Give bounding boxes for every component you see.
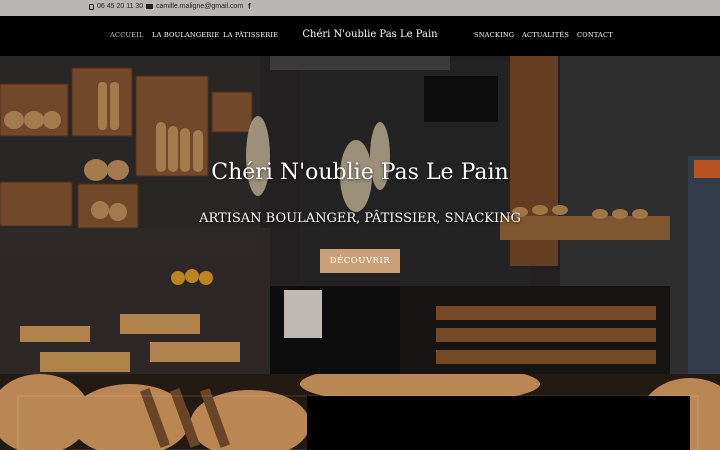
main-header: ACCUEIL LA BOULANGERIE LA PÂTISSERIE Ché… [0,16,720,56]
nav-item-contact[interactable]: CONTACT [577,31,613,39]
facebook-icon[interactable]: f [248,2,251,11]
email-contact[interactable]: camille.maligne@gmail.com [146,3,243,10]
phone-icon [89,3,94,10]
hero-section: Chéri N'oublie Pas Le Pain ARTISAN BOULA… [0,56,720,374]
bread-banner-section [0,374,720,450]
phone-number: 06 45 20 11 30 [97,3,144,10]
hero-subtitle: ARTISAN BOULANGER, PÂTISSIER, SNACKING [199,211,521,226]
nav-item-snacking[interactable]: SNACKING [474,31,514,39]
top-bar: 06 45 20 11 30 camille.maligne@gmail.com… [0,0,720,16]
mail-icon [146,4,153,9]
decouvrir-button[interactable]: DÉCOUVRIR [320,249,400,273]
hero-title: Chéri N'oublie Pas Le Pain [211,160,509,185]
email-address: camille.maligne@gmail.com [156,3,244,10]
nav-item-actualites[interactable]: ACTUALITÉS [522,31,569,39]
content-panel [307,396,690,450]
phone-contact[interactable]: 06 45 20 11 30 [89,3,143,10]
